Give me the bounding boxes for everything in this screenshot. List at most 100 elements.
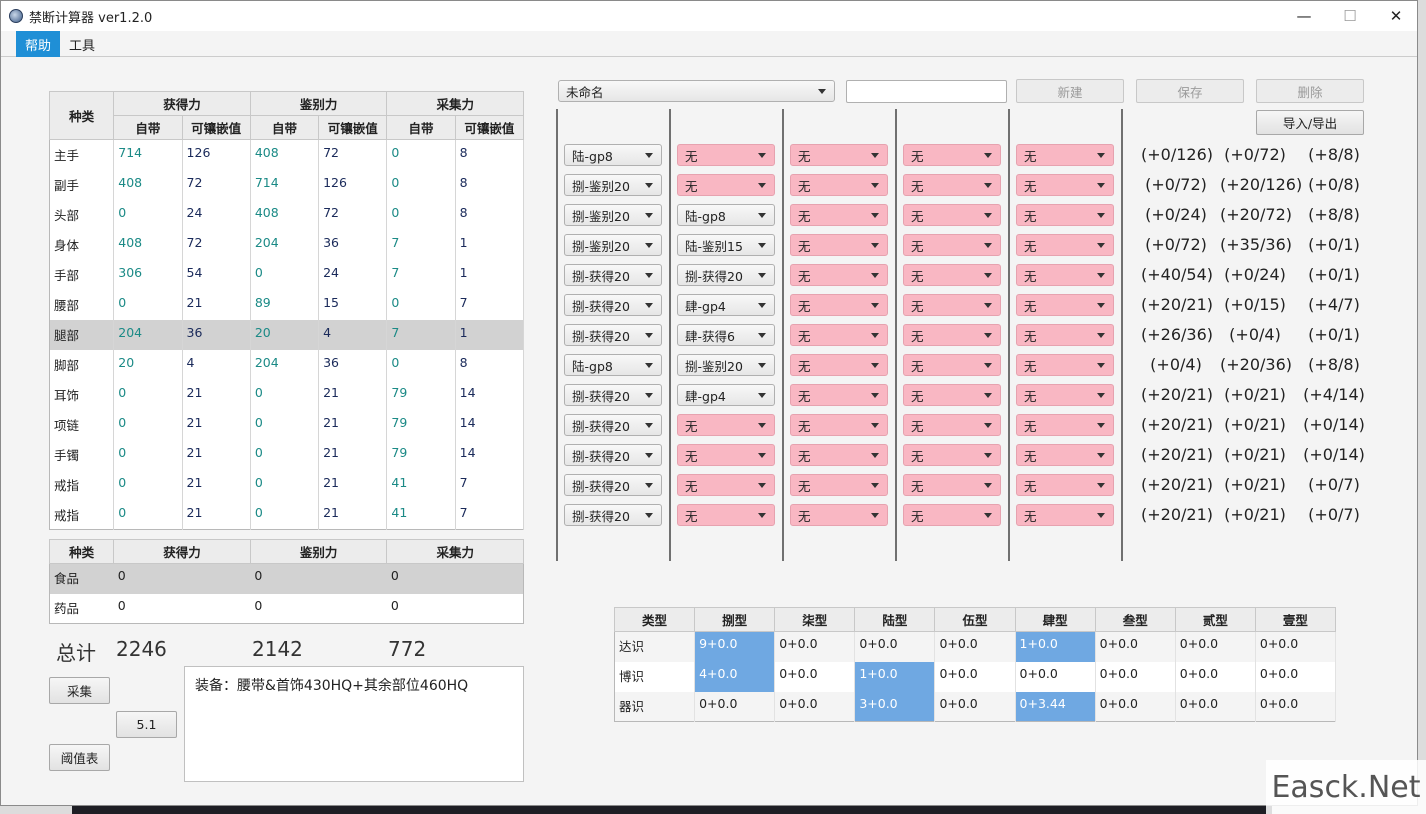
- gear-row[interactable]: 戒指 0 21 0 21 41 7: [49, 469, 525, 500]
- meld-select[interactable]: 捌-鉴别20: [677, 354, 775, 376]
- preset-select[interactable]: 未命名: [558, 80, 835, 102]
- gear-row[interactable]: 腿部 204 36 20 4 7 1: [49, 319, 525, 350]
- meld-select[interactable]: 无: [790, 324, 888, 346]
- gear-row[interactable]: 戒指 0 21 0 21 41 7: [49, 499, 525, 530]
- meld-select[interactable]: 无: [903, 204, 1001, 226]
- meld-select[interactable]: 无: [790, 444, 888, 466]
- gear-row[interactable]: 副手 408 72 714 126 0 8: [49, 169, 525, 200]
- meld-select[interactable]: 无: [903, 384, 1001, 406]
- gear-cell: 0: [386, 289, 456, 320]
- meld-select[interactable]: 陆-gp8: [677, 204, 775, 226]
- meld-select[interactable]: 无: [903, 144, 1001, 166]
- meld-select[interactable]: 无: [1016, 174, 1114, 196]
- meld-select[interactable]: 陆-gp8: [564, 354, 662, 376]
- meld-select[interactable]: 捌-获得20: [564, 414, 662, 436]
- meld-select[interactable]: 无: [790, 174, 888, 196]
- meld-select[interactable]: 捌-获得20: [564, 474, 662, 496]
- meld-select[interactable]: 捌-获得20: [564, 504, 662, 526]
- meld-select[interactable]: 无: [790, 354, 888, 376]
- delete-button[interactable]: 删除: [1256, 79, 1364, 103]
- new-button[interactable]: 新建: [1016, 79, 1124, 103]
- meld-select[interactable]: 捌-鉴别20: [564, 174, 662, 196]
- meld-select[interactable]: 无: [903, 474, 1001, 496]
- gear-row[interactable]: 头部 0 24 408 72 0 8: [49, 199, 525, 230]
- meld-select[interactable]: 无: [677, 174, 775, 196]
- meld-select[interactable]: 捌-获得20: [677, 264, 775, 286]
- preset-name-input[interactable]: [846, 80, 1007, 103]
- meld-select[interactable]: 无: [790, 234, 888, 256]
- meld-select[interactable]: 捌-鉴别20: [564, 204, 662, 226]
- gear-row[interactable]: 主手 714 126 408 72 0 8: [49, 139, 525, 170]
- meld-select[interactable]: 肆-gp4: [677, 384, 775, 406]
- meld-select[interactable]: 无: [790, 144, 888, 166]
- meld-select[interactable]: 无: [903, 504, 1001, 526]
- meld-select[interactable]: 无: [1016, 234, 1114, 256]
- gear-row[interactable]: 手镯 0 21 0 21 79 14: [49, 439, 525, 470]
- meld-select[interactable]: 无: [677, 444, 775, 466]
- meld-select[interactable]: 无: [1016, 204, 1114, 226]
- meld-select[interactable]: 无: [790, 474, 888, 496]
- meld-select[interactable]: 无: [903, 174, 1001, 196]
- meld-select[interactable]: 捌-获得20: [564, 444, 662, 466]
- meld-select[interactable]: 无: [677, 504, 775, 526]
- gear-row[interactable]: 耳饰 0 21 0 21 79 14: [49, 379, 525, 410]
- save-button[interactable]: 保存: [1136, 79, 1244, 103]
- threshold-button[interactable]: 阈值表: [49, 744, 110, 771]
- meld-select[interactable]: 无: [790, 504, 888, 526]
- meld-select[interactable]: 肆-gp4: [677, 294, 775, 316]
- close-button[interactable]: ✕: [1373, 1, 1419, 31]
- gear-row[interactable]: 手部 306 54 0 24 7 1: [49, 259, 525, 290]
- meld-select[interactable]: 捌-获得20: [564, 264, 662, 286]
- meld-select[interactable]: 无: [790, 204, 888, 226]
- gear-row[interactable]: 腰部 0 21 89 15 0 7: [49, 289, 525, 320]
- meld-select[interactable]: 无: [677, 474, 775, 496]
- meld-select[interactable]: 陆-gp8: [564, 144, 662, 166]
- meld-select[interactable]: 无: [903, 294, 1001, 316]
- meld-select[interactable]: 无: [677, 414, 775, 436]
- meld-select[interactable]: 无: [1016, 414, 1114, 436]
- meld-select[interactable]: 无: [1016, 444, 1114, 466]
- meld-select[interactable]: 无: [1016, 264, 1114, 286]
- meld-select[interactable]: 无: [790, 294, 888, 316]
- food-cell: 0: [254, 597, 263, 613]
- meld-select[interactable]: 捌-获得20: [564, 324, 662, 346]
- meld-select[interactable]: 无: [903, 444, 1001, 466]
- menu-tools[interactable]: 工具: [60, 31, 104, 57]
- gear-row[interactable]: 项链 0 21 0 21 79 14: [49, 409, 525, 440]
- meld-select[interactable]: 肆-获得6: [677, 324, 775, 346]
- gear-row[interactable]: 脚部 20 4 204 36 0 8: [49, 349, 525, 380]
- meld-select[interactable]: 无: [1016, 294, 1114, 316]
- menu-help[interactable]: 帮助: [16, 31, 61, 57]
- meld-select[interactable]: 无: [903, 234, 1001, 256]
- meld-select[interactable]: 无: [903, 354, 1001, 376]
- food-row[interactable]: 食品 0 0 0: [49, 563, 524, 594]
- meld-select[interactable]: 无: [1016, 504, 1114, 526]
- version-button[interactable]: 5.1: [116, 711, 177, 738]
- import-export-button[interactable]: 导入/导出: [1256, 110, 1364, 135]
- meld-select[interactable]: 捌-鉴别20: [564, 234, 662, 256]
- meld-select[interactable]: 无: [1016, 474, 1114, 496]
- meld-select[interactable]: 无: [790, 384, 888, 406]
- maximize-button[interactable]: ☐: [1327, 1, 1373, 31]
- note-textarea[interactable]: 装备：腰带&首饰430HQ+其余部位460HQ: [184, 666, 524, 782]
- gear-row[interactable]: 身体 408 72 204 36 7 1: [49, 229, 525, 260]
- meld-select[interactable]: 陆-鉴别15: [677, 234, 775, 256]
- meld-select[interactable]: 无: [1016, 354, 1114, 376]
- minimize-button[interactable]: —: [1281, 1, 1327, 31]
- meld-select[interactable]: 无: [677, 144, 775, 166]
- food-row[interactable]: 药品 0 0 0: [50, 594, 524, 624]
- meld-select[interactable]: 无: [903, 414, 1001, 436]
- meld-select[interactable]: 无: [790, 264, 888, 286]
- collect-button[interactable]: 采集: [49, 677, 110, 704]
- meld-select[interactable]: 无: [903, 324, 1001, 346]
- materia-cell: 0+0.0: [1175, 691, 1256, 722]
- meld-select[interactable]: 无: [1016, 384, 1114, 406]
- gear-cell: 21: [318, 379, 388, 410]
- gear-cell: 72: [318, 139, 388, 170]
- meld-select[interactable]: 捌-获得20: [564, 294, 662, 316]
- meld-select[interactable]: 捌-获得20: [564, 384, 662, 406]
- meld-select[interactable]: 无: [790, 414, 888, 436]
- meld-select[interactable]: 无: [1016, 144, 1114, 166]
- meld-select[interactable]: 无: [1016, 324, 1114, 346]
- meld-select[interactable]: 无: [903, 264, 1001, 286]
